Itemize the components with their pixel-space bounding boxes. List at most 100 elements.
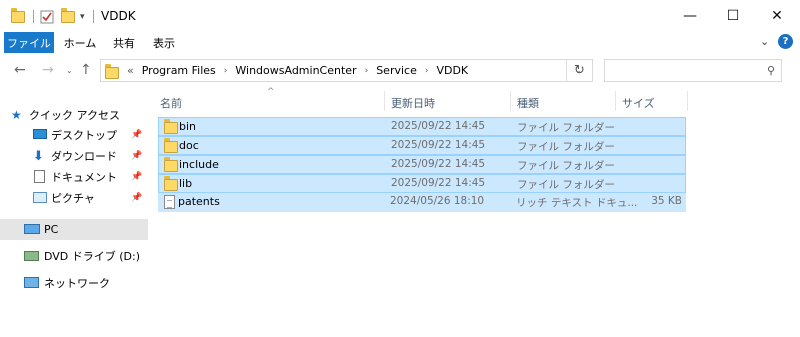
desktop-icon [33, 129, 47, 139]
forward-icon[interactable]: → [42, 62, 54, 78]
search-input[interactable] [605, 60, 755, 81]
minimize-button[interactable]: — [667, 0, 713, 32]
pin-icon[interactable]: 📌 [131, 130, 142, 140]
close-button[interactable]: ✕ [754, 0, 800, 32]
tab-view[interactable]: 表示 [146, 32, 182, 53]
address-row: ← → ⌄ ↑ « Program Files › WindowsAdminCe… [0, 53, 800, 89]
expand-ribbon-icon[interactable]: ⌄ [760, 35, 769, 48]
pin-icon[interactable]: 📌 [131, 151, 142, 161]
nav-label: ピクチャ [51, 192, 95, 205]
file-date: 2025/09/22 14:45 [391, 177, 486, 189]
folder-icon [105, 63, 119, 79]
nav-quick-access[interactable]: ★ クイック アクセス [0, 105, 148, 125]
recent-locations-icon[interactable]: ⌄ [66, 66, 73, 75]
file-type: ファイル フォルダー [517, 141, 615, 153]
column-divider[interactable] [510, 91, 511, 111]
nav-documents[interactable]: ドキュメント 📌 [0, 167, 148, 187]
breadcrumb-windowsadmincenter[interactable]: WindowsAdminCenter [235, 64, 356, 77]
file-date: 2025/09/22 14:45 [391, 139, 486, 151]
divider [33, 10, 34, 23]
pin-icon[interactable]: 📌 [131, 193, 142, 203]
breadcrumb-program-files[interactable]: Program Files [142, 64, 216, 77]
refresh-icon[interactable]: ↻ [566, 60, 592, 81]
search-icon: ⚲ [766, 64, 775, 77]
nav-network[interactable]: ネットワーク [0, 273, 148, 293]
maximize-button[interactable]: ☐ [710, 0, 756, 32]
file-name: bin [179, 120, 197, 133]
network-icon [24, 277, 39, 288]
file-row[interactable]: bin 2025/09/22 14:45 ファイル フォルダー [158, 117, 686, 136]
file-row[interactable]: patents 2024/05/26 18:10 リッチ テキスト ドキュ...… [158, 193, 686, 212]
nav-label: ドキュメント [51, 171, 117, 184]
nav-dvd-drive[interactable]: DVD ドライブ (D:) SSS_X [0, 246, 148, 266]
up-icon[interactable]: ↑ [80, 62, 92, 78]
pictures-icon [33, 192, 47, 203]
nav-label: ネットワーク [44, 277, 110, 290]
file-date: 2024/05/26 18:10 [390, 195, 485, 207]
file-name: doc [179, 139, 199, 152]
column-name[interactable]: 名前 [160, 95, 182, 111]
ribbon-tabs: ファイル ホーム 共有 表示 ⌄ ? [0, 32, 800, 53]
help-icon[interactable]: ? [778, 34, 793, 49]
nav-pictures[interactable]: ピクチャ 📌 [0, 188, 148, 208]
breadcrumb-more[interactable]: « [127, 64, 134, 77]
file-type: ファイル フォルダー [517, 160, 615, 172]
chevron-right-icon[interactable]: › [425, 66, 429, 76]
folder-icon [11, 7, 25, 25]
nav-label: ダウンロード [51, 150, 117, 163]
nav-label: デスクトップ [51, 129, 117, 142]
rtf-document-icon [164, 195, 175, 209]
file-type: ファイル フォルダー [517, 179, 615, 191]
file-size: 35 KB [651, 195, 682, 207]
back-icon[interactable]: ← [14, 62, 26, 78]
column-divider[interactable] [615, 91, 616, 111]
file-type: リッチ テキスト ドキュ... [516, 197, 638, 209]
search-box[interactable]: ⚲ [604, 59, 782, 82]
nav-downloads[interactable]: ⬇ ダウンロード 📌 [0, 146, 148, 166]
file-name: lib [179, 177, 193, 190]
star-icon: ★ [11, 108, 22, 122]
file-row[interactable]: include 2025/09/22 14:45 ファイル フォルダー [158, 155, 686, 174]
dvd-drive-icon [24, 251, 39, 261]
tab-home[interactable]: ホーム [58, 32, 102, 53]
pin-icon[interactable]: 📌 [131, 172, 142, 182]
folder-icon [164, 138, 178, 153]
properties-icon[interactable] [40, 8, 54, 25]
nav-desktop[interactable]: デスクトップ 📌 [0, 125, 148, 145]
breadcrumb-service[interactable]: Service [376, 64, 417, 77]
column-type[interactable]: 種類 [517, 95, 539, 111]
file-name: include [179, 158, 219, 171]
sort-ascending-icon: ^ [267, 87, 275, 97]
title-bar: ▾ VDDK — ☐ ✕ [0, 0, 800, 32]
divider [93, 10, 94, 23]
nav-label: DVD ドライブ (D:) SSS_X [44, 250, 144, 263]
tab-share[interactable]: 共有 [106, 32, 142, 53]
new-folder-icon[interactable] [61, 7, 75, 25]
folder-icon [164, 176, 178, 191]
file-row[interactable]: doc 2025/09/22 14:45 ファイル フォルダー [158, 136, 686, 155]
folder-icon [164, 119, 178, 134]
window-title: VDDK [101, 9, 136, 23]
column-headers: ^ 名前 更新日時 種類 サイズ [148, 87, 800, 113]
file-name: patents [178, 195, 220, 208]
chevron-right-icon[interactable]: › [365, 66, 369, 76]
computer-icon [24, 224, 40, 234]
column-date[interactable]: 更新日時 [391, 95, 435, 111]
nav-pc[interactable]: PC [0, 219, 148, 240]
file-date: 2025/09/22 14:45 [391, 120, 486, 132]
chevron-right-icon[interactable]: › [224, 66, 228, 76]
folder-icon [164, 157, 178, 172]
file-row[interactable]: lib 2025/09/22 14:45 ファイル フォルダー [158, 174, 686, 193]
column-divider[interactable] [687, 91, 688, 111]
navigation-pane: ★ クイック アクセス デスクトップ 📌 ⬇ ダウンロード 📌 ドキュメント 📌… [0, 89, 148, 337]
tab-file[interactable]: ファイル [4, 32, 54, 53]
file-type: ファイル フォルダー [517, 122, 615, 134]
nav-label: PC [44, 223, 59, 236]
column-divider[interactable] [384, 91, 385, 111]
documents-icon [34, 170, 45, 183]
column-size[interactable]: サイズ [622, 95, 655, 111]
breadcrumb-vddk[interactable]: VDDK [436, 64, 468, 77]
file-date: 2025/09/22 14:45 [391, 158, 486, 170]
customize-quick-access-icon[interactable]: ▾ [80, 8, 85, 25]
address-bar[interactable]: « Program Files › WindowsAdminCenter › S… [100, 59, 593, 82]
